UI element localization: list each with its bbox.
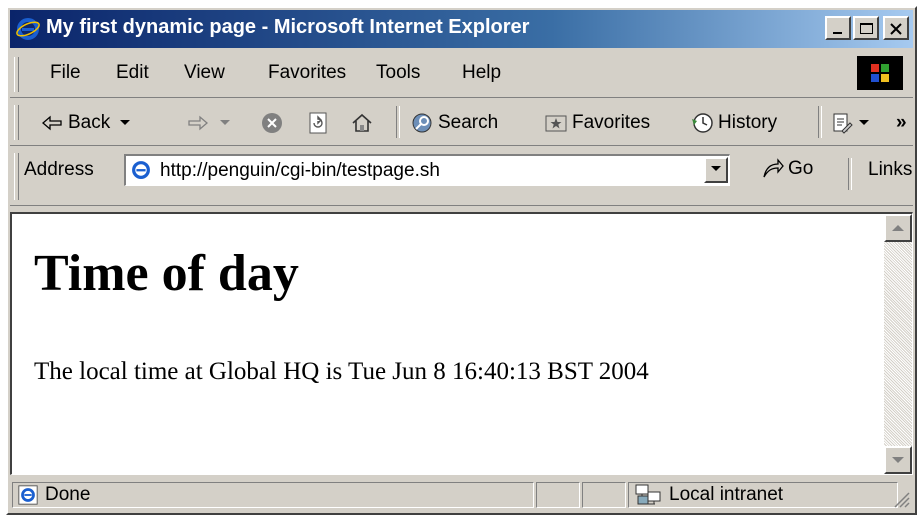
forward-dropdown-icon[interactable] — [218, 118, 232, 128]
vertical-scrollbar[interactable] — [884, 214, 912, 474]
stop-button[interactable] — [260, 107, 288, 139]
status-panel-security — [582, 482, 626, 508]
close-icon — [890, 23, 902, 35]
menu-file[interactable]: File — [50, 62, 81, 84]
menu-view[interactable]: View — [184, 62, 225, 84]
back-arrow-icon — [42, 115, 62, 131]
menu-edit[interactable]: Edit — [116, 62, 149, 84]
status-text: Done — [45, 484, 91, 505]
menu-grip[interactable] — [14, 57, 19, 92]
status-text-panel: Done — [12, 482, 534, 508]
go-arrow-icon — [763, 158, 784, 178]
browser-window: My first dynamic page - Microsoft Intern… — [6, 6, 917, 515]
page-content: Time of day The local time at Global HQ … — [10, 212, 913, 475]
page-done-icon — [18, 485, 38, 505]
refresh-icon — [309, 112, 327, 134]
maximize-icon — [860, 23, 873, 34]
home-icon — [352, 113, 372, 132]
scroll-up-button[interactable] — [884, 214, 912, 242]
refresh-button[interactable] — [306, 107, 334, 139]
history-label: History — [718, 112, 778, 133]
address-input[interactable]: http://penguin/cgi-bin/testpage.sh — [124, 154, 730, 186]
zone-panel: Local intranet — [628, 482, 898, 508]
go-label: Go — [788, 158, 814, 179]
address-dropdown-button[interactable] — [704, 157, 728, 183]
links-button[interactable]: Links — [868, 159, 912, 181]
menu-favorites[interactable]: Favorites — [268, 62, 346, 84]
edit-document-icon — [833, 113, 853, 134]
favorites-button[interactable]: Favorites — [544, 107, 650, 139]
scroll-down-arrow-icon — [892, 457, 904, 463]
zone-label: Local intranet — [669, 484, 784, 505]
address-grip[interactable] — [14, 153, 19, 200]
menu-help[interactable]: Help — [462, 62, 501, 84]
back-dropdown-icon[interactable] — [118, 118, 132, 128]
page-text: The local time at Global HQ is Tue Jun 8… — [34, 358, 649, 385]
page-heading: Time of day — [34, 245, 299, 302]
page-icon — [132, 161, 150, 179]
chevron-down-icon — [711, 166, 721, 171]
window-title: My first dynamic page - Microsoft Intern… — [46, 16, 530, 38]
windows-logo-throbber — [857, 56, 903, 90]
home-button[interactable] — [350, 107, 378, 139]
minimize-icon — [833, 32, 842, 34]
local-intranet-icon — [635, 484, 661, 505]
go-button[interactable]: Go — [760, 157, 813, 181]
search-label: Search — [438, 112, 499, 133]
back-button[interactable]: Back — [40, 107, 132, 139]
scroll-up-arrow-icon — [892, 225, 904, 231]
edit-page-button[interactable] — [830, 107, 870, 139]
title-bar[interactable]: My first dynamic page - Microsoft Intern… — [10, 10, 913, 48]
toolbar-grip[interactable] — [14, 105, 19, 140]
search-button[interactable]: Search — [410, 107, 498, 139]
status-bar: Done Local intranet — [10, 479, 913, 511]
toolbar-chevron[interactable]: » — [896, 107, 907, 139]
links-separator — [848, 158, 852, 190]
forward-arrow-icon — [188, 115, 208, 131]
scroll-down-button[interactable] — [884, 446, 912, 474]
address-url: http://penguin/cgi-bin/testpage.sh — [160, 160, 440, 181]
forward-button[interactable] — [186, 107, 232, 139]
standard-toolbar: Back Search Favorites History » — [10, 100, 913, 146]
history-button[interactable]: History — [690, 107, 777, 139]
menu-tools[interactable]: Tools — [376, 62, 420, 84]
address-bar: Address http://penguin/cgi-bin/testpage.… — [10, 148, 913, 206]
favorites-star-icon — [545, 115, 567, 132]
back-label: Back — [68, 112, 111, 133]
windows-flag-icon — [871, 64, 889, 82]
close-button[interactable] — [883, 16, 909, 40]
status-panel-progress — [536, 482, 580, 508]
toolbar-separator — [396, 106, 400, 138]
toolbar-separator-2 — [818, 106, 822, 138]
ie-logo-icon — [16, 18, 40, 40]
maximize-button[interactable] — [853, 16, 879, 40]
stop-icon — [262, 113, 282, 133]
minimize-button[interactable] — [825, 16, 851, 40]
address-label: Address — [24, 159, 94, 180]
search-icon — [412, 113, 432, 133]
history-clock-icon — [692, 113, 713, 133]
edit-dropdown-icon[interactable] — [858, 118, 870, 128]
favorites-label: Favorites — [572, 112, 651, 133]
resize-grip-icon[interactable] — [891, 489, 911, 509]
menu-bar: File Edit View Favorites Tools Help — [10, 52, 913, 98]
